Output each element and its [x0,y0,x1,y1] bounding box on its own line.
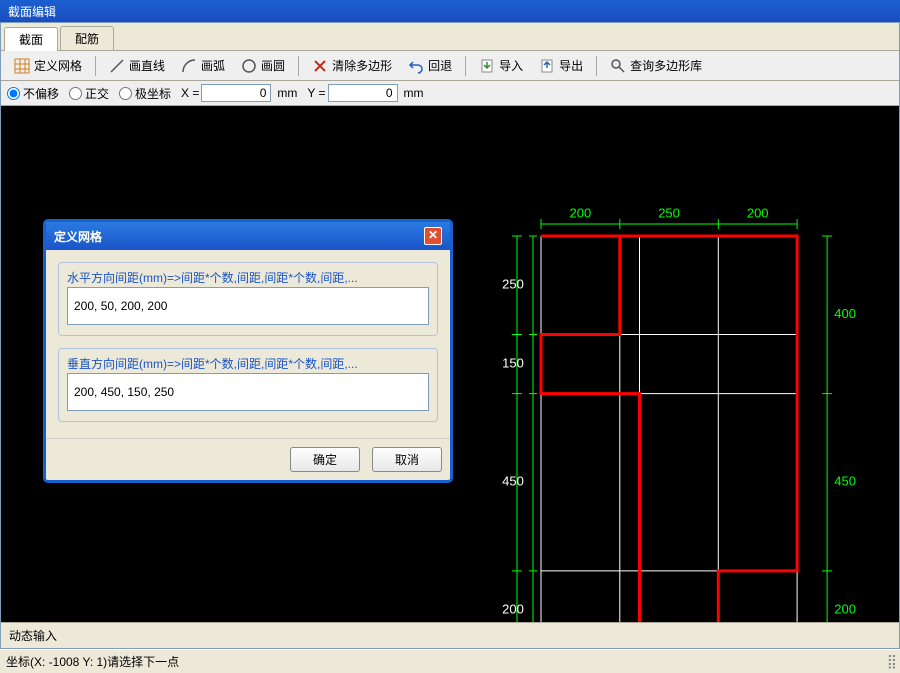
svg-text:200: 200 [570,205,592,220]
svg-text:250: 250 [658,205,680,220]
radio-no-offset[interactable]: 不偏移 [7,85,59,102]
dynamic-input-bar[interactable]: 动态输入 [1,622,899,648]
radio-ortho[interactable]: 正交 [69,85,109,102]
dialog-title: 定义网格 [54,228,102,245]
x-unit: mm [277,86,297,100]
x-input[interactable] [201,84,271,102]
tab-strip: 截面 配筋 [1,23,899,51]
h-spacing-label: 水平方向间距(mm)=>间距*个数,间距,间距*个数,间距,... [67,269,358,286]
svg-text:400: 400 [834,306,856,321]
svg-text:450: 450 [834,474,856,489]
v-spacing-label: 垂直方向间距(mm)=>间距*个数,间距,间距*个数,间距,... [67,355,358,372]
circle-icon [241,58,257,74]
close-icon[interactable]: ✕ [424,227,442,245]
clear-polygon-button[interactable]: 清除多边形 [305,54,399,77]
export-button[interactable]: 导出 [532,54,590,77]
line-icon [109,58,125,74]
status-text: 坐标(X: -1008 Y: 1)请选择下一点 [6,653,179,670]
define-grid-dialog: 定义网格 ✕ 水平方向间距(mm)=>间距*个数,间距,间距*个数,间距,...… [43,219,453,483]
define-grid-button[interactable]: 定义网格 [7,54,89,77]
y-label: Y = [307,86,325,100]
arc-icon [181,58,197,74]
draw-arc-button[interactable]: 画弧 [174,54,232,77]
h-spacing-input[interactable] [67,287,429,325]
option-bar: 不偏移 正交 极坐标 X = mm Y = mm [1,81,899,106]
status-bar: 坐标(X: -1008 Y: 1)请选择下一点 ⣿ [0,649,900,673]
dialog-titlebar[interactable]: 定义网格 ✕ [46,222,450,250]
svg-text:150: 150 [502,355,524,370]
window-titlebar: 截面编辑 [0,0,900,22]
x-label: X = [181,86,199,100]
svg-text:200: 200 [747,205,769,220]
svg-text:200: 200 [502,602,524,617]
tab-rebar[interactable]: 配筋 [60,26,114,50]
ok-button[interactable]: 确定 [290,447,360,472]
undo-button[interactable]: 回退 [401,54,459,77]
import-button[interactable]: 导入 [472,54,530,77]
h-spacing-group: 水平方向间距(mm)=>间距*个数,间距,间距*个数,间距,... [58,262,438,336]
radio-polar[interactable]: 极坐标 [119,85,171,102]
cancel-button[interactable]: 取消 [372,447,442,472]
toolbar: 定义网格 画直线 画弧 画圆 清除多边形 回退 导入 [1,51,899,81]
svg-text:200: 200 [834,602,856,617]
svg-text:250: 250 [502,277,524,292]
resize-grip-icon[interactable]: ⣿ [887,653,894,670]
undo-icon [408,58,424,74]
import-icon [479,58,495,74]
search-icon [610,58,626,74]
app-client: 截面 配筋 定义网格 画直线 画弧 画圆 清除多边形 回退 [0,22,900,649]
draw-line-button[interactable]: 画直线 [102,54,172,77]
export-icon [539,58,555,74]
y-input[interactable] [328,84,398,102]
query-library-button[interactable]: 查询多边形库 [603,54,709,77]
grid-icon [14,58,30,74]
y-unit: mm [404,86,424,100]
draw-circle-button[interactable]: 画圆 [234,54,292,77]
v-spacing-input[interactable] [67,373,429,411]
tab-section[interactable]: 截面 [4,27,58,51]
drawing-canvas[interactable]: 2002502004004502002501504502002005020020… [1,106,899,622]
window-title: 截面编辑 [8,3,56,20]
v-spacing-group: 垂直方向间距(mm)=>间距*个数,间距,间距*个数,间距,... [58,348,438,422]
svg-text:450: 450 [502,474,524,489]
delete-icon [312,58,328,74]
